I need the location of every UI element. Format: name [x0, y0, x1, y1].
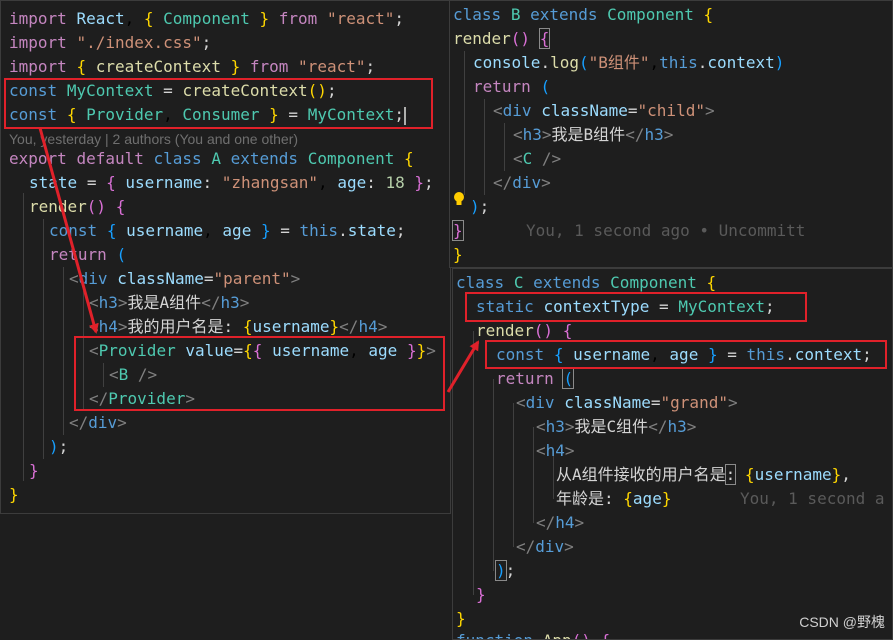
code-line[interactable]: <div className="parent">: [69, 267, 300, 291]
code-line[interactable]: static contextType = MyContext;: [476, 295, 775, 319]
code-line[interactable]: render() {: [476, 319, 572, 343]
watermark: CSDN @野槐: [799, 614, 885, 630]
code-line[interactable]: return (: [49, 243, 126, 267]
code-line[interactable]: export default class A extends Component…: [9, 147, 414, 171]
code-line[interactable]: </div>: [493, 171, 551, 195]
code-line[interactable]: const { username, age } = this.state;: [49, 219, 406, 243]
code-line[interactable]: render() {: [29, 195, 125, 219]
git-blame-annotation[interactable]: You, 1 second a: [740, 487, 885, 511]
git-blame-annotation[interactable]: You, 1 second ago • Uncommitt: [526, 219, 805, 243]
code-line[interactable]: </Provider>: [89, 387, 195, 411]
code-line[interactable]: }: [456, 607, 466, 631]
code-line[interactable]: 从A组件接收的用户名是: {username},: [556, 463, 851, 487]
code-line[interactable]: return (: [473, 75, 550, 99]
code-line[interactable]: );: [49, 435, 68, 459]
code-line[interactable]: console.log("B组件",this.context): [473, 51, 784, 75]
code-line[interactable]: import { createContext } from "react";: [9, 55, 375, 79]
code-line[interactable]: );: [470, 195, 489, 219]
code-line[interactable]: return (: [496, 367, 575, 391]
editor-panel-a[interactable]: import React, { Component } from "react"…: [0, 0, 451, 514]
code-line[interactable]: import React, { Component } from "react"…: [9, 7, 404, 31]
code-line[interactable]: const { Provider, Consumer } = MyContext…: [9, 103, 407, 127]
code-line[interactable]: state = { username: "zhangsan", age: 18 …: [29, 171, 434, 195]
code-line[interactable]: }: [476, 583, 486, 607]
code-line[interactable]: }: [29, 459, 39, 483]
code-line[interactable]: <Provider value={{ username, age }}>: [89, 339, 436, 363]
code-line[interactable]: <h3>我是A组件</h3>: [89, 291, 249, 315]
code-line[interactable]: <C />: [513, 147, 561, 171]
editor-panel-b[interactable]: class B extends Component { render() { c…: [449, 0, 893, 268]
code-line[interactable]: );: [495, 559, 515, 583]
code-line[interactable]: import "./index.css";: [9, 31, 211, 55]
code-line[interactable]: 年龄是: {age}: [556, 487, 671, 511]
code-line[interactable]: const MyContext = createContext();: [9, 79, 337, 103]
code-line[interactable]: function App() {: [456, 629, 610, 639]
text-cursor: [404, 106, 407, 125]
code-line[interactable]: <B />: [109, 363, 157, 387]
code-line[interactable]: }: [452, 219, 464, 243]
code-line[interactable]: </div>: [69, 411, 127, 435]
editor-panel-c[interactable]: class C extends Component { static conte…: [452, 268, 893, 640]
code-line[interactable]: <h4>: [536, 439, 575, 463]
code-line[interactable]: <h4>我的用户名是: {username}</h4>: [89, 315, 387, 339]
code-line[interactable]: }: [453, 243, 463, 267]
code-line[interactable]: </div>: [516, 535, 574, 559]
code-line[interactable]: <div className="grand">: [516, 391, 738, 415]
code-line[interactable]: class B extends Component {: [453, 3, 713, 27]
code-line[interactable]: <h3>我是C组件</h3>: [536, 415, 696, 439]
code-line[interactable]: </h4>: [536, 511, 584, 535]
code-line[interactable]: <h3>我是B组件</h3>: [513, 123, 673, 147]
code-line[interactable]: const { username, age } = this.context;: [496, 343, 872, 367]
code-line[interactable]: }: [9, 483, 19, 507]
code-line[interactable]: <div className="child">: [493, 99, 715, 123]
code-line[interactable]: class C extends Component {: [456, 271, 716, 295]
code-line[interactable]: render() {: [453, 27, 551, 51]
lightbulb-icon[interactable]: [452, 191, 466, 207]
